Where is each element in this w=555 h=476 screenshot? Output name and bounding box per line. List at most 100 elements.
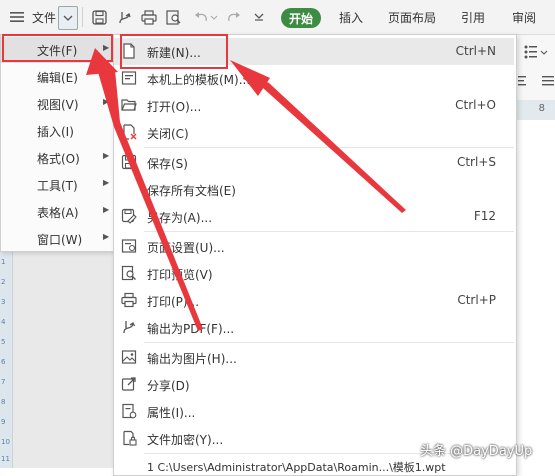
menu-item-label: 格式(O) bbox=[37, 152, 80, 166]
file-dropdown-button[interactable] bbox=[58, 6, 78, 30]
tab-start[interactable]: 开始 bbox=[281, 8, 321, 28]
menu-item-format[interactable]: 格式(O) ▶ bbox=[1, 145, 113, 171]
hamburger-menu-icon[interactable] bbox=[6, 0, 28, 34]
file-menu: 文件(F) ▶ 编辑(E) ▶ 视图(V) ▶ 插入(I) 格式(O) ▶ 工具… bbox=[0, 34, 116, 252]
ruler-tick-label: 6 bbox=[1, 358, 6, 366]
submenu-arrow-icon: ▶ bbox=[103, 232, 110, 241]
submenu-item-label: 文件加密(Y)... bbox=[147, 433, 224, 447]
submenu-item-label: 保存所有文档(E) bbox=[147, 184, 236, 198]
menu-separator bbox=[144, 342, 514, 343]
submenu-item-label: 打印预览(V) bbox=[147, 268, 213, 282]
print-icon[interactable] bbox=[138, 0, 160, 34]
shortcut-label: Ctrl+S bbox=[456, 155, 496, 169]
submenu-item-label: 页面设置(U)... bbox=[147, 241, 225, 255]
menu-item-label: 工具(T) bbox=[37, 179, 78, 193]
submenu-item-page-setup[interactable]: 页面设置(U)... bbox=[114, 233, 514, 260]
folder-open-icon bbox=[121, 99, 137, 111]
menu-item-window[interactable]: 窗口(W) ▶ bbox=[1, 226, 113, 252]
image-export-icon bbox=[121, 350, 137, 364]
document-page[interactable] bbox=[516, 120, 555, 468]
menu-item-label: 视图(V) bbox=[37, 98, 79, 112]
submenu-item-label: 分享(D) bbox=[147, 379, 190, 393]
ruler-tick-label: 2 bbox=[1, 278, 6, 286]
encrypt-icon bbox=[123, 430, 137, 446]
menu-item-label: 窗口(W) bbox=[37, 233, 83, 247]
menu-item-label: 编辑(E) bbox=[37, 71, 78, 85]
justify-icon[interactable] bbox=[542, 75, 554, 87]
more-quick-access-icon[interactable] bbox=[250, 0, 268, 34]
submenu-arrow-icon: ▶ bbox=[103, 178, 110, 187]
submenu-item-label: 另存为(A)... bbox=[147, 211, 213, 225]
menu-item-table[interactable]: 表格(A) ▶ bbox=[1, 199, 113, 225]
menu-item-view[interactable]: 视图(V) ▶ bbox=[1, 91, 113, 117]
submenu-item-label: 输出为PDF(F)... bbox=[147, 322, 235, 336]
recent-file-item[interactable]: 1 C:\Users\Administrator\AppData\Roamin.… bbox=[147, 459, 446, 475]
ruler-tick-label: 9 bbox=[1, 418, 6, 426]
submenu-item-print-preview[interactable]: 打印预览(V) bbox=[114, 260, 514, 287]
print-preview-icon[interactable] bbox=[163, 0, 185, 34]
submenu-arrow-icon: ▶ bbox=[103, 70, 110, 79]
submenu-item-close[interactable]: 关闭(C) bbox=[114, 119, 514, 146]
properties-icon bbox=[122, 403, 137, 419]
undo-dropdown-icon[interactable] bbox=[208, 0, 220, 34]
save-icon bbox=[121, 154, 137, 170]
tab-insert[interactable]: 插入 bbox=[339, 0, 363, 34]
watermark: 头条 @DayDayUp bbox=[420, 444, 533, 459]
ruler-number: 8 bbox=[538, 103, 545, 114]
shortcut-label: F12 bbox=[473, 209, 496, 223]
submenu-item-properties[interactable]: 属性(I)... bbox=[114, 398, 514, 425]
submenu-item-label: 输出为图片(H)... bbox=[147, 352, 237, 366]
file-submenu: 新建(N)... Ctrl+N 本机上的模板(M)... 打开(O)... Ct… bbox=[113, 34, 517, 476]
submenu-item-export-image[interactable]: 输出为图片(H)... bbox=[114, 344, 514, 371]
shortcut-label: Ctrl+N bbox=[455, 44, 496, 58]
submenu-item-save[interactable]: 保存(S) Ctrl+S bbox=[114, 149, 514, 176]
submenu-arrow-icon: ▶ bbox=[103, 205, 110, 214]
submenu-item-label: 打印(P)... bbox=[147, 295, 200, 309]
menu-item-tools[interactable]: 工具(T) ▶ bbox=[1, 172, 113, 198]
ruler-tick-label: 3 bbox=[1, 298, 6, 306]
menu-separator bbox=[144, 147, 514, 148]
highlight-box-new bbox=[120, 34, 228, 69]
menu-item-edit[interactable]: 编辑(E) ▶ bbox=[1, 64, 113, 90]
tab-reference[interactable]: 引用 bbox=[461, 0, 485, 34]
submenu-item-save-as[interactable]: 另存为(A)... F12 bbox=[114, 203, 514, 230]
submenu-item-label: 关闭(C) bbox=[147, 127, 189, 141]
submenu-item-local-templates[interactable]: 本机上的模板(M)... bbox=[114, 65, 514, 92]
bulleted-list-icon[interactable] bbox=[524, 45, 548, 59]
align-icon[interactable] bbox=[518, 75, 526, 87]
submenu-item-print[interactable]: 打印(P)... Ctrl+P bbox=[114, 287, 514, 314]
tab-review[interactable]: 审阅 bbox=[512, 0, 536, 34]
redo-icon[interactable] bbox=[222, 0, 244, 34]
submenu-arrow-icon: ▶ bbox=[103, 151, 110, 160]
menu-separator bbox=[144, 231, 514, 232]
submenu-item-label: 打开(O)... bbox=[147, 100, 202, 114]
submenu-item-export-pdf[interactable]: 输出为PDF(F)... bbox=[114, 314, 514, 341]
toolbar-divider bbox=[82, 7, 83, 27]
submenu-item-label: 本机上的模板(M)... bbox=[147, 73, 251, 87]
shortcut-label: Ctrl+P bbox=[457, 293, 496, 307]
menu-item-label: 表格(A) bbox=[37, 206, 79, 220]
pdf-export-icon[interactable] bbox=[113, 0, 135, 34]
chevron-down-icon bbox=[63, 15, 73, 21]
vertical-ruler: 1 2 3 4 5 6 7 8 9 10 11 bbox=[0, 250, 13, 468]
toolbar: 文件 开始 插入 页面布局 引用 审阅 bbox=[0, 0, 555, 35]
template-icon bbox=[121, 71, 137, 85]
pdf-export-icon bbox=[123, 321, 136, 334]
close-doc-icon bbox=[123, 124, 137, 140]
print-preview-icon bbox=[121, 265, 136, 281]
file-menu-button[interactable]: 文件 bbox=[30, 0, 58, 34]
submenu-arrow-icon: ▶ bbox=[103, 97, 110, 106]
submenu-item-save-all[interactable]: 保存所有文档(E) bbox=[114, 176, 514, 203]
save-icon[interactable] bbox=[88, 0, 110, 34]
page-setup-icon bbox=[121, 239, 137, 253]
ribbon-panel bbox=[516, 35, 555, 100]
ruler-tick-label: 8 bbox=[1, 398, 6, 406]
save-as-icon bbox=[121, 208, 137, 224]
submenu-item-share[interactable]: 分享(D) bbox=[114, 371, 514, 398]
menu-item-insert[interactable]: 插入(I) bbox=[1, 118, 113, 144]
submenu-item-open[interactable]: 打开(O)... Ctrl+O bbox=[114, 92, 514, 119]
submenu-item-label: 属性(I)... bbox=[147, 406, 196, 420]
print-icon bbox=[121, 292, 137, 308]
tab-page-layout[interactable]: 页面布局 bbox=[388, 0, 436, 34]
shortcut-label: Ctrl+O bbox=[455, 98, 496, 112]
